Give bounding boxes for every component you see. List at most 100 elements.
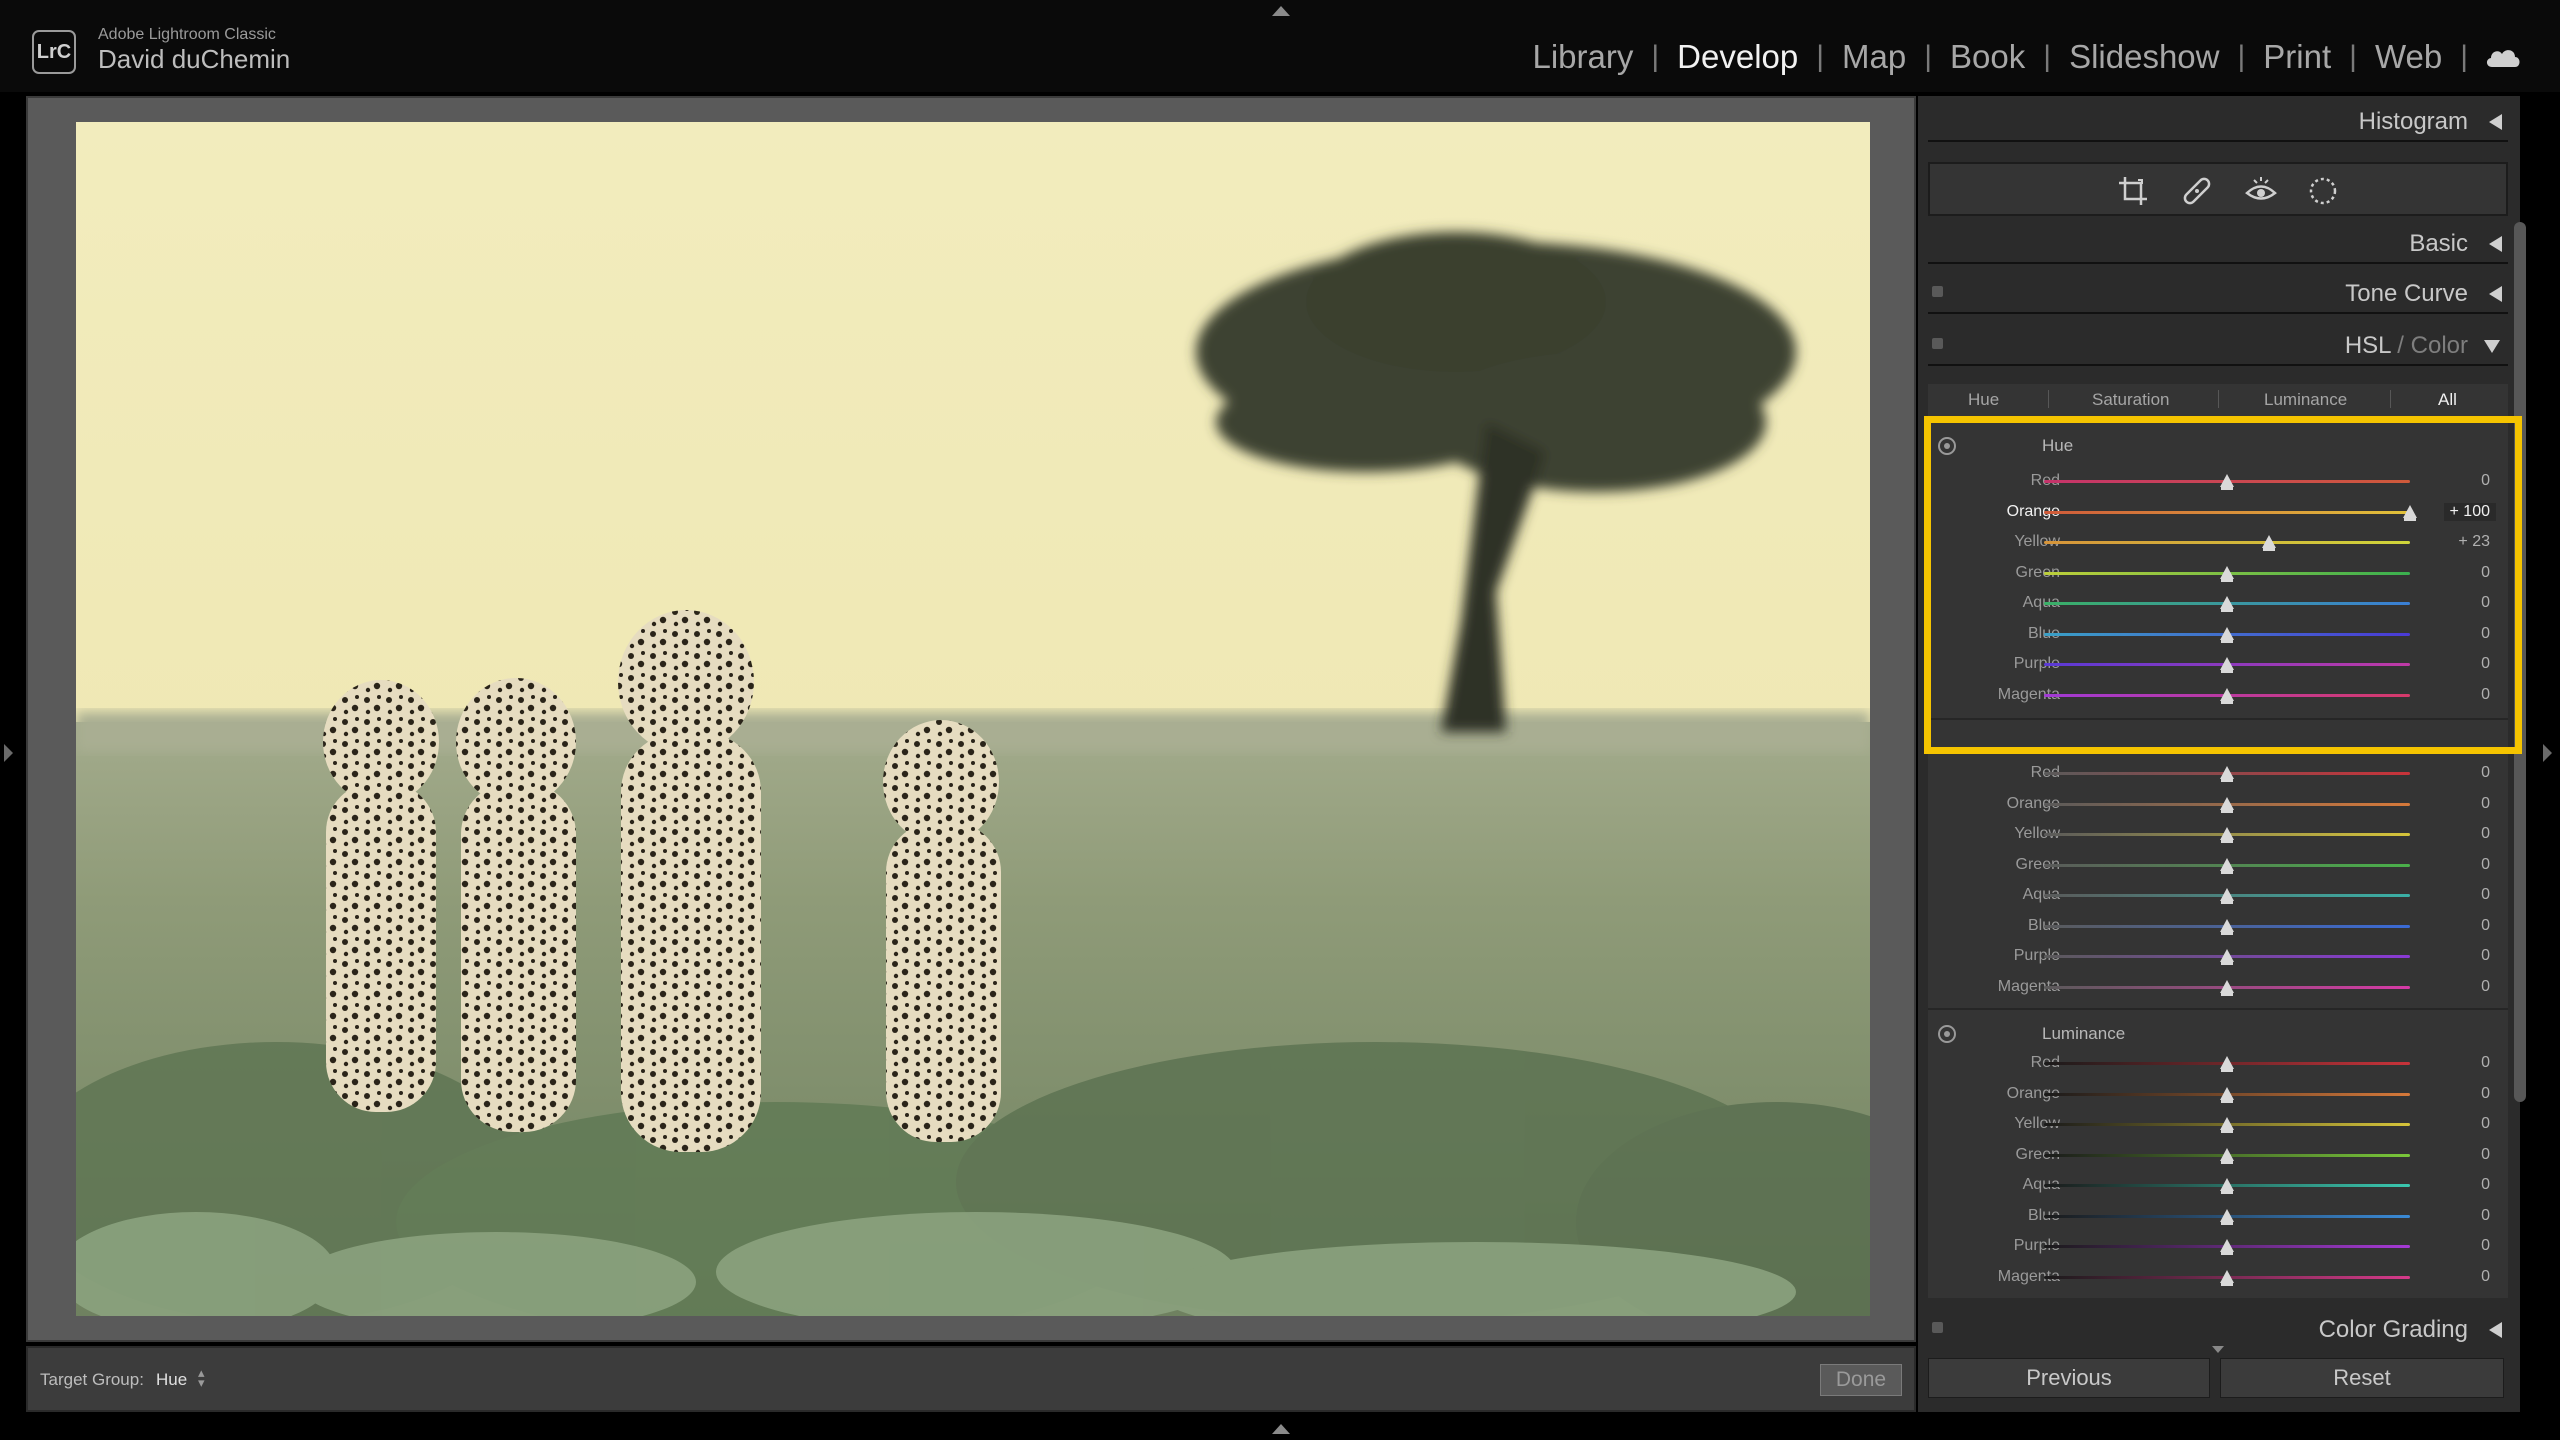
target-group-label: Target Group: (40, 1370, 144, 1389)
slider-value[interactable]: 0 (2481, 825, 2490, 843)
top-panel-toggle-icon[interactable] (1272, 6, 1290, 16)
image-viewport[interactable] (26, 96, 1916, 1342)
previous-button[interactable]: Previous (1928, 1358, 2210, 1398)
slider-value[interactable]: 0 (2481, 594, 2490, 612)
slider-thumb[interactable] (2220, 766, 2234, 782)
slider-value[interactable]: 0 (2481, 625, 2490, 643)
tab-all[interactable]: All (2438, 390, 2457, 410)
slider-thumb[interactable] (2220, 626, 2234, 643)
right-panel-toggle-icon[interactable] (2543, 744, 2552, 762)
module-print[interactable]: Print (2245, 38, 2349, 76)
collapse-arrow-icon[interactable] (2489, 286, 2502, 302)
slider-thumb[interactable] (2220, 796, 2234, 813)
hsl-color-title: HSL / Color (2345, 332, 2468, 360)
slider-track[interactable] (2044, 510, 2410, 514)
slider-thumb[interactable] (2220, 827, 2234, 843)
slider-value[interactable]: + 100 (2443, 502, 2496, 521)
slider-thumb[interactable] (2220, 1178, 2234, 1194)
expand-arrow-icon[interactable] (2484, 340, 2500, 353)
module-library[interactable]: Library (1515, 38, 1652, 76)
slider-thumb[interactable] (2220, 596, 2234, 612)
module-slideshow[interactable]: Slideshow (2051, 38, 2237, 76)
slider-thumb[interactable] (2220, 1086, 2234, 1103)
slider-value[interactable]: 0 (2481, 1176, 2490, 1194)
cheetah-photo[interactable] (76, 122, 1870, 1316)
slider-value[interactable]: 0 (2481, 1054, 2490, 1072)
left-panel-toggle-icon[interactable] (4, 744, 13, 762)
slider-value[interactable]: 0 (2481, 1085, 2490, 1103)
slider-value[interactable]: 0 (2481, 856, 2490, 874)
tone-curve-panel-header[interactable]: Tone Curve (1928, 268, 2508, 314)
slider-thumb[interactable] (2220, 1056, 2234, 1072)
panel-resize-icon[interactable] (2212, 1346, 2224, 1353)
crop-icon[interactable] (2116, 174, 2150, 208)
slider-thumb[interactable] (2220, 949, 2234, 965)
panel-on-off-switch[interactable] (1932, 286, 1943, 297)
collapse-arrow-icon[interactable] (2489, 114, 2502, 130)
tab-luminance[interactable]: Luminance (2264, 390, 2347, 410)
select-arrows-icon[interactable]: ▴ ▾ (198, 1366, 205, 1389)
color-mode-link[interactable]: Color (2411, 332, 2468, 359)
slider-value[interactable]: 0 (2481, 886, 2490, 904)
slider-thumb[interactable] (2220, 918, 2234, 935)
cloud-sync-icon[interactable] (2484, 45, 2522, 69)
slider-value[interactable]: 0 (2481, 1115, 2490, 1133)
slider-thumb[interactable] (2403, 504, 2417, 521)
collapse-arrow-icon[interactable] (2489, 236, 2502, 252)
slider-thumb[interactable] (2220, 687, 2234, 704)
right-panel-scrollbar[interactable] (2514, 222, 2526, 1102)
slider-thumb[interactable] (2220, 979, 2234, 996)
slider-value[interactable]: 0 (2481, 1207, 2490, 1225)
slider-value[interactable]: 0 (2481, 795, 2490, 813)
reset-button[interactable]: Reset (2220, 1358, 2504, 1398)
target-group-select[interactable]: Hue (156, 1370, 187, 1390)
healing-brush-icon[interactable] (2180, 174, 2214, 208)
panel-on-off-switch[interactable] (1932, 338, 1943, 349)
targeted-adjustment-icon[interactable] (1938, 437, 1956, 455)
slider-value[interactable]: 0 (2481, 1146, 2490, 1164)
slider-thumb[interactable] (2220, 474, 2234, 490)
hsl-mode-link[interactable]: HSL (2345, 332, 2391, 359)
collapse-arrow-icon[interactable] (2489, 1322, 2502, 1338)
histogram-panel-header[interactable]: Histogram (1928, 96, 2508, 142)
color-grading-panel-header[interactable]: Color Grading (1928, 1304, 2508, 1350)
slider-thumb[interactable] (2220, 888, 2234, 904)
module-develop[interactable]: Develop (1659, 38, 1816, 76)
module-map[interactable]: Map (1824, 38, 1924, 76)
slider-track[interactable] (2044, 541, 2410, 544)
slider-thumb[interactable] (2220, 1147, 2234, 1164)
slider-thumb[interactable] (2262, 535, 2277, 551)
targeted-adjustment-icon[interactable] (1938, 1025, 1956, 1043)
red-eye-icon[interactable] (2244, 174, 2278, 208)
tab-saturation[interactable]: Saturation (2092, 390, 2170, 410)
slider-thumb[interactable] (2220, 657, 2234, 673)
slider-value[interactable]: 0 (2481, 947, 2490, 965)
module-web[interactable]: Web (2357, 38, 2460, 76)
slider-thumb[interactable] (2220, 1208, 2234, 1225)
slider-thumb[interactable] (2220, 1117, 2234, 1133)
slider-value[interactable]: 0 (2481, 655, 2490, 673)
slider-value[interactable]: 0 (2481, 917, 2490, 935)
tab-hue[interactable]: Hue (1968, 390, 1999, 410)
filmstrip-toggle-icon[interactable] (1272, 1424, 1290, 1434)
done-button[interactable]: Done (1820, 1364, 1902, 1396)
masking-icon[interactable] (2306, 174, 2340, 208)
slider-thumb[interactable] (2220, 1269, 2234, 1286)
slider-value[interactable]: 0 (2481, 1268, 2490, 1286)
module-book[interactable]: Book (1932, 38, 2043, 76)
slider-thumb[interactable] (2220, 1239, 2234, 1255)
lightroom-logo: LrC (32, 30, 76, 74)
panel-on-off-switch[interactable] (1932, 1322, 1943, 1333)
slider-thumb[interactable] (2220, 857, 2234, 874)
slider-value[interactable]: + 23 (2458, 533, 2490, 551)
saturation-slider-yellow: Yellow 0 (1928, 819, 2508, 849)
slider-value[interactable]: 0 (2481, 472, 2490, 490)
slider-value[interactable]: 0 (2481, 686, 2490, 704)
slider-value[interactable]: 0 (2481, 978, 2490, 996)
slider-value[interactable]: 0 (2481, 1237, 2490, 1255)
slider-value[interactable]: 0 (2481, 564, 2490, 582)
slider-thumb[interactable] (2220, 565, 2234, 582)
basic-panel-header[interactable]: Basic (1928, 218, 2508, 264)
slider-value[interactable]: 0 (2481, 764, 2490, 782)
hsl-color-panel-header[interactable]: HSL / Color (1928, 320, 2508, 366)
